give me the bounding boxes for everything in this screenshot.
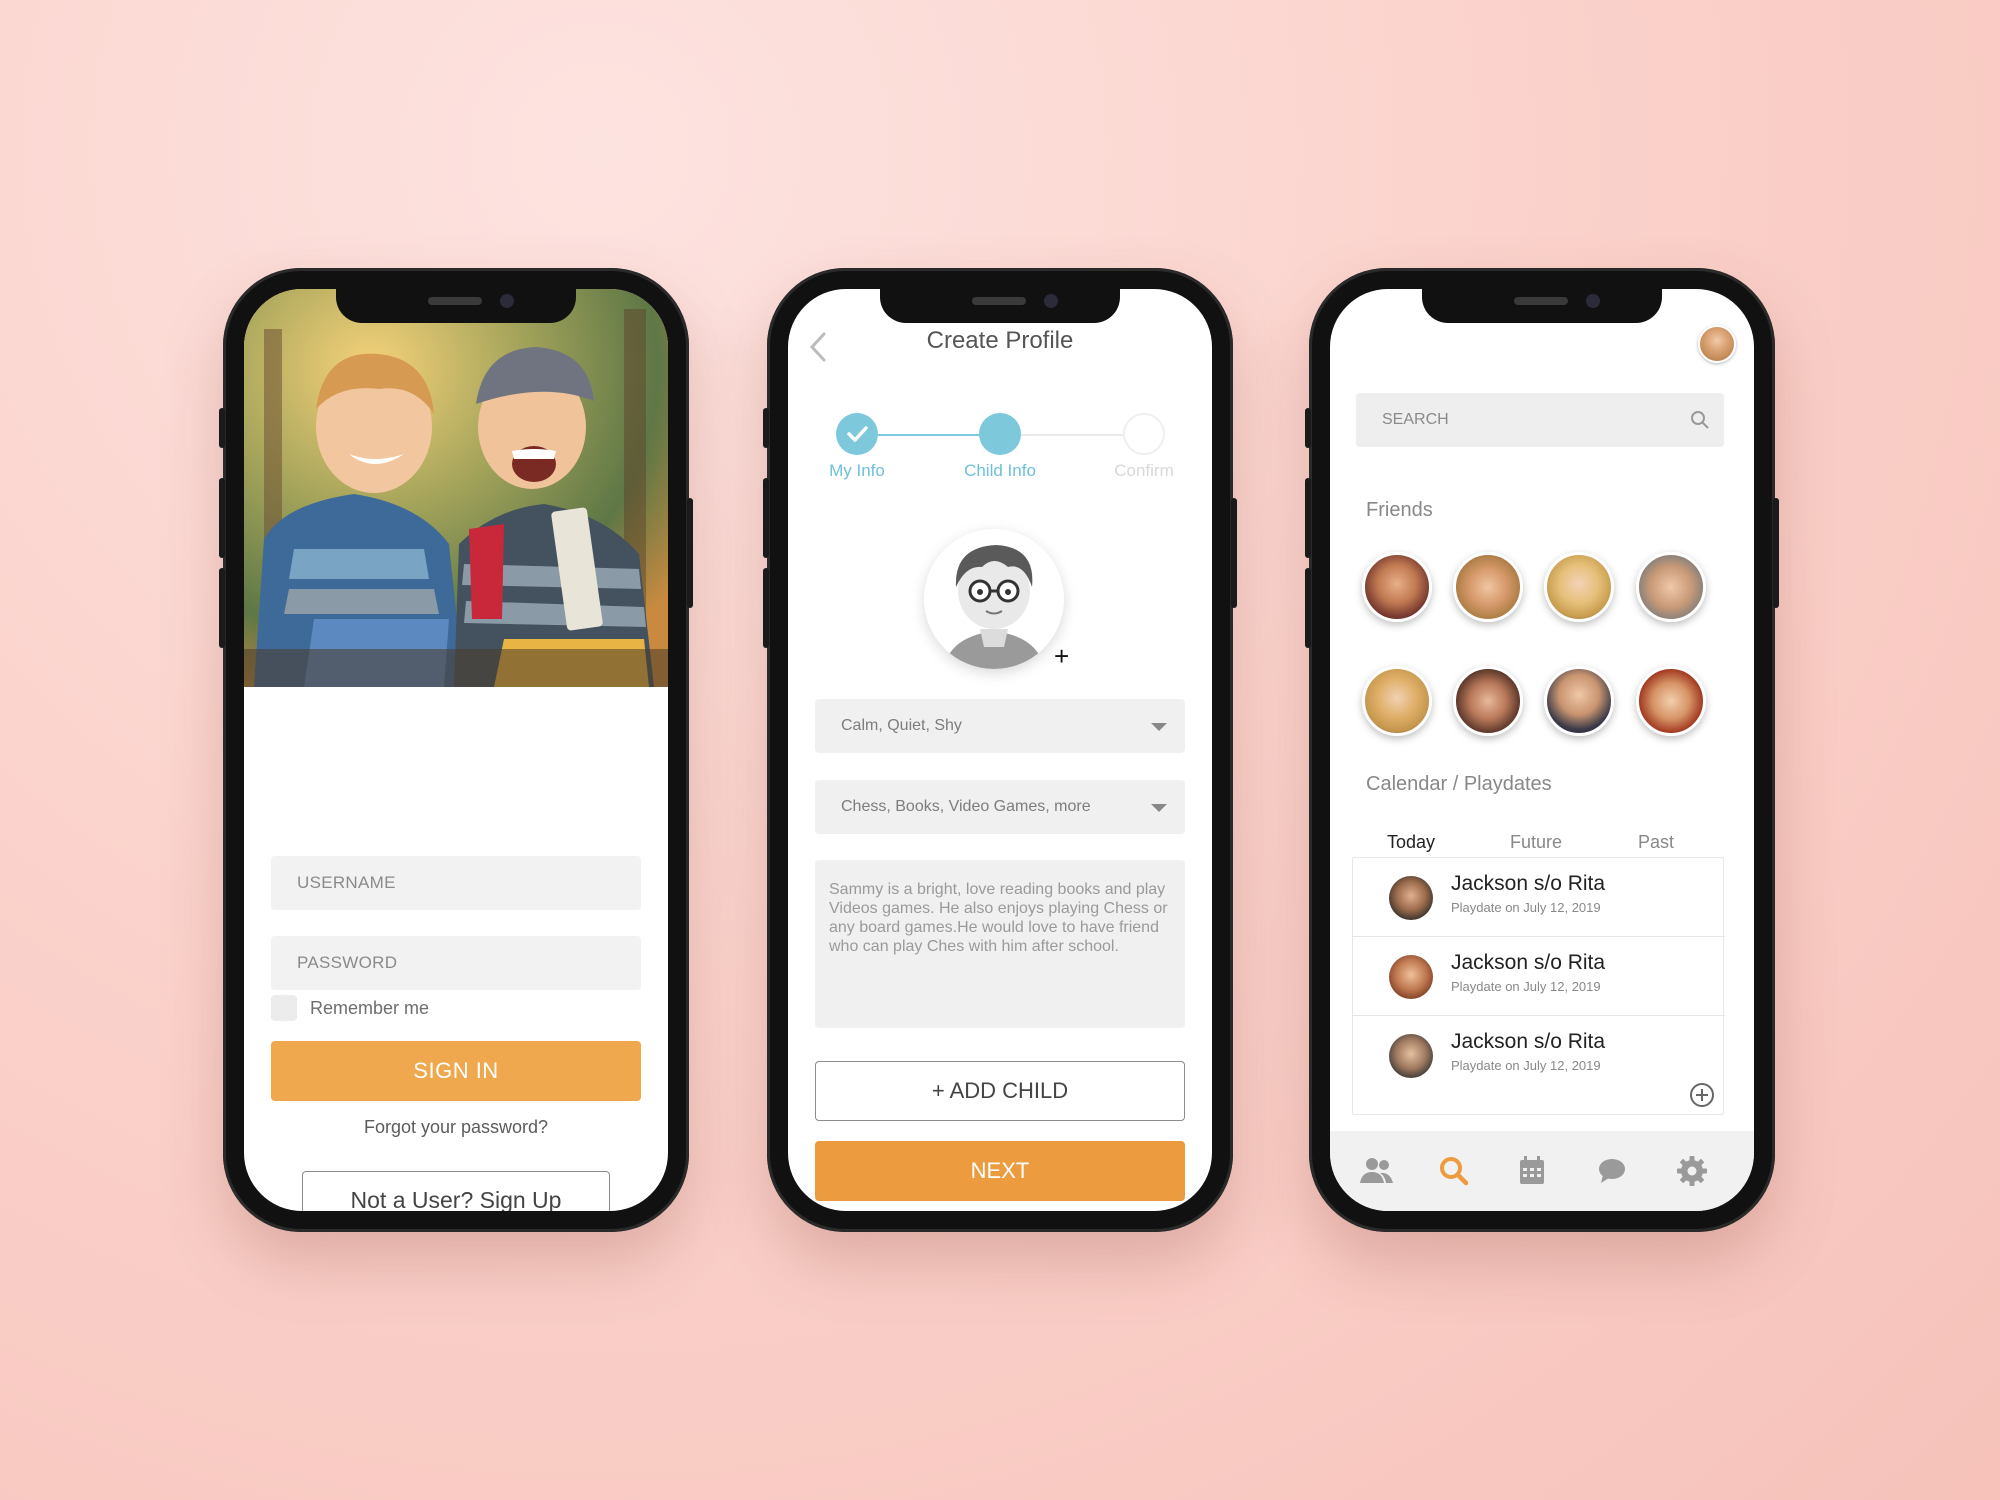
bio-textarea[interactable]: Sammy is a bright, love reading books an… — [815, 860, 1185, 1028]
friend-avatar[interactable] — [1362, 666, 1432, 736]
friend-avatar[interactable] — [1544, 666, 1614, 736]
interests-value: Chess, Books, Video Games, more — [841, 798, 1091, 815]
playdate-date: Playdate on July 12, 2019 — [1451, 900, 1601, 915]
list-item[interactable]: Jackson s/o Rita Playdate on July 12, 20… — [1353, 1016, 1725, 1095]
search-icon[interactable] — [1690, 410, 1710, 430]
username-field[interactable]: USERNAME — [271, 856, 641, 910]
playdate-date: Playdate on July 12, 2019 — [1451, 979, 1601, 994]
search-placeholder: SEARCH — [1382, 411, 1449, 428]
step-label-confirm: Confirm — [1114, 461, 1174, 480]
avatar — [1389, 955, 1433, 999]
friends-screen: SEARCH Friends Calendar / Playdates Toda… — [1330, 289, 1754, 1211]
step-my-info[interactable] — [836, 413, 878, 455]
friend-avatar[interactable] — [1453, 552, 1523, 622]
friend-avatar[interactable] — [1636, 666, 1706, 736]
friend-avatar[interactable] — [1362, 552, 1432, 622]
playdate-name: Jackson s/o Rita — [1451, 872, 1606, 895]
step-child-info[interactable] — [979, 413, 1021, 455]
child-avatar[interactable] — [924, 529, 1064, 669]
add-child-button[interactable]: + ADD CHILD — [815, 1061, 1185, 1121]
friends-title: Friends — [1366, 499, 1433, 521]
chevron-down-icon — [1151, 723, 1167, 731]
playdate-date: Playdate on July 12, 2019 — [1451, 1058, 1601, 1073]
password-field[interactable]: PASSWORD — [271, 936, 641, 990]
page-title: Create Profile — [926, 327, 1074, 354]
chevron-down-icon — [1151, 804, 1167, 812]
search-input[interactable]: SEARCH — [1356, 393, 1724, 447]
signup-button[interactable]: Not a User? Sign Up — [302, 1171, 610, 1211]
search-icon[interactable] — [1434, 1151, 1474, 1191]
bottom-nav — [1330, 1131, 1754, 1211]
remember-label: Remember me — [310, 998, 430, 1018]
phone-friends: SEARCH Friends Calendar / Playdates Toda… — [1305, 268, 1779, 1232]
calendar-title: Calendar / Playdates — [1366, 773, 1552, 795]
people-icon[interactable] — [1356, 1151, 1396, 1191]
friend-avatar[interactable] — [1544, 552, 1614, 622]
playdate-name: Jackson s/o Rita — [1451, 951, 1606, 974]
step-label-my-info: My Info — [829, 461, 885, 480]
list-item[interactable]: Jackson s/o Rita Playdate on July 12, 20… — [1353, 858, 1725, 937]
interests-dropdown[interactable]: Chess, Books, Video Games, more — [815, 780, 1185, 834]
friend-avatar[interactable] — [1453, 666, 1523, 736]
playdate-list: Jackson s/o Rita Playdate on July 12, 20… — [1352, 857, 1725, 1115]
list-item[interactable]: Jackson s/o Rita Playdate on July 12, 20… — [1353, 937, 1725, 1016]
tab-past[interactable]: Past — [1638, 832, 1674, 853]
signin-button[interactable]: SIGN IN — [271, 1041, 641, 1101]
create-profile-screen: Create Profile My Info Child Info Confir… — [788, 289, 1212, 1211]
add-photo-icon[interactable]: + — [1054, 641, 1069, 672]
login-screen: USERNAME PASSWORD Remember me SIGN IN Fo… — [244, 289, 668, 1211]
gear-icon[interactable] — [1672, 1151, 1712, 1191]
personality-dropdown[interactable]: Calm, Quiet, Shy — [815, 699, 1185, 753]
personality-value: Calm, Quiet, Shy — [841, 717, 962, 734]
forgot-password-link[interactable]: Forgot your password? — [244, 1117, 668, 1138]
playdate-name: Jackson s/o Rita — [1451, 1030, 1606, 1053]
step-confirm[interactable] — [1123, 413, 1165, 455]
add-playdate-icon[interactable] — [1689, 1082, 1715, 1108]
next-button[interactable]: NEXT — [815, 1141, 1185, 1201]
children-photo — [244, 289, 668, 687]
avatar — [1389, 1034, 1433, 1078]
calendar-icon[interactable] — [1512, 1151, 1552, 1191]
phone-create-profile: Create Profile My Info Child Info Confir… — [763, 268, 1237, 1232]
remember-checkbox[interactable] — [271, 995, 297, 1021]
step-label-child-info: Child Info — [964, 461, 1036, 480]
tab-today[interactable]: Today — [1387, 832, 1435, 853]
chat-icon[interactable] — [1592, 1151, 1632, 1191]
friend-avatar[interactable] — [1636, 552, 1706, 622]
avatar — [1389, 876, 1433, 920]
user-avatar[interactable] — [1698, 325, 1736, 363]
tab-future[interactable]: Future — [1510, 832, 1562, 853]
phone-login: USERNAME PASSWORD Remember me SIGN IN Fo… — [219, 268, 693, 1232]
